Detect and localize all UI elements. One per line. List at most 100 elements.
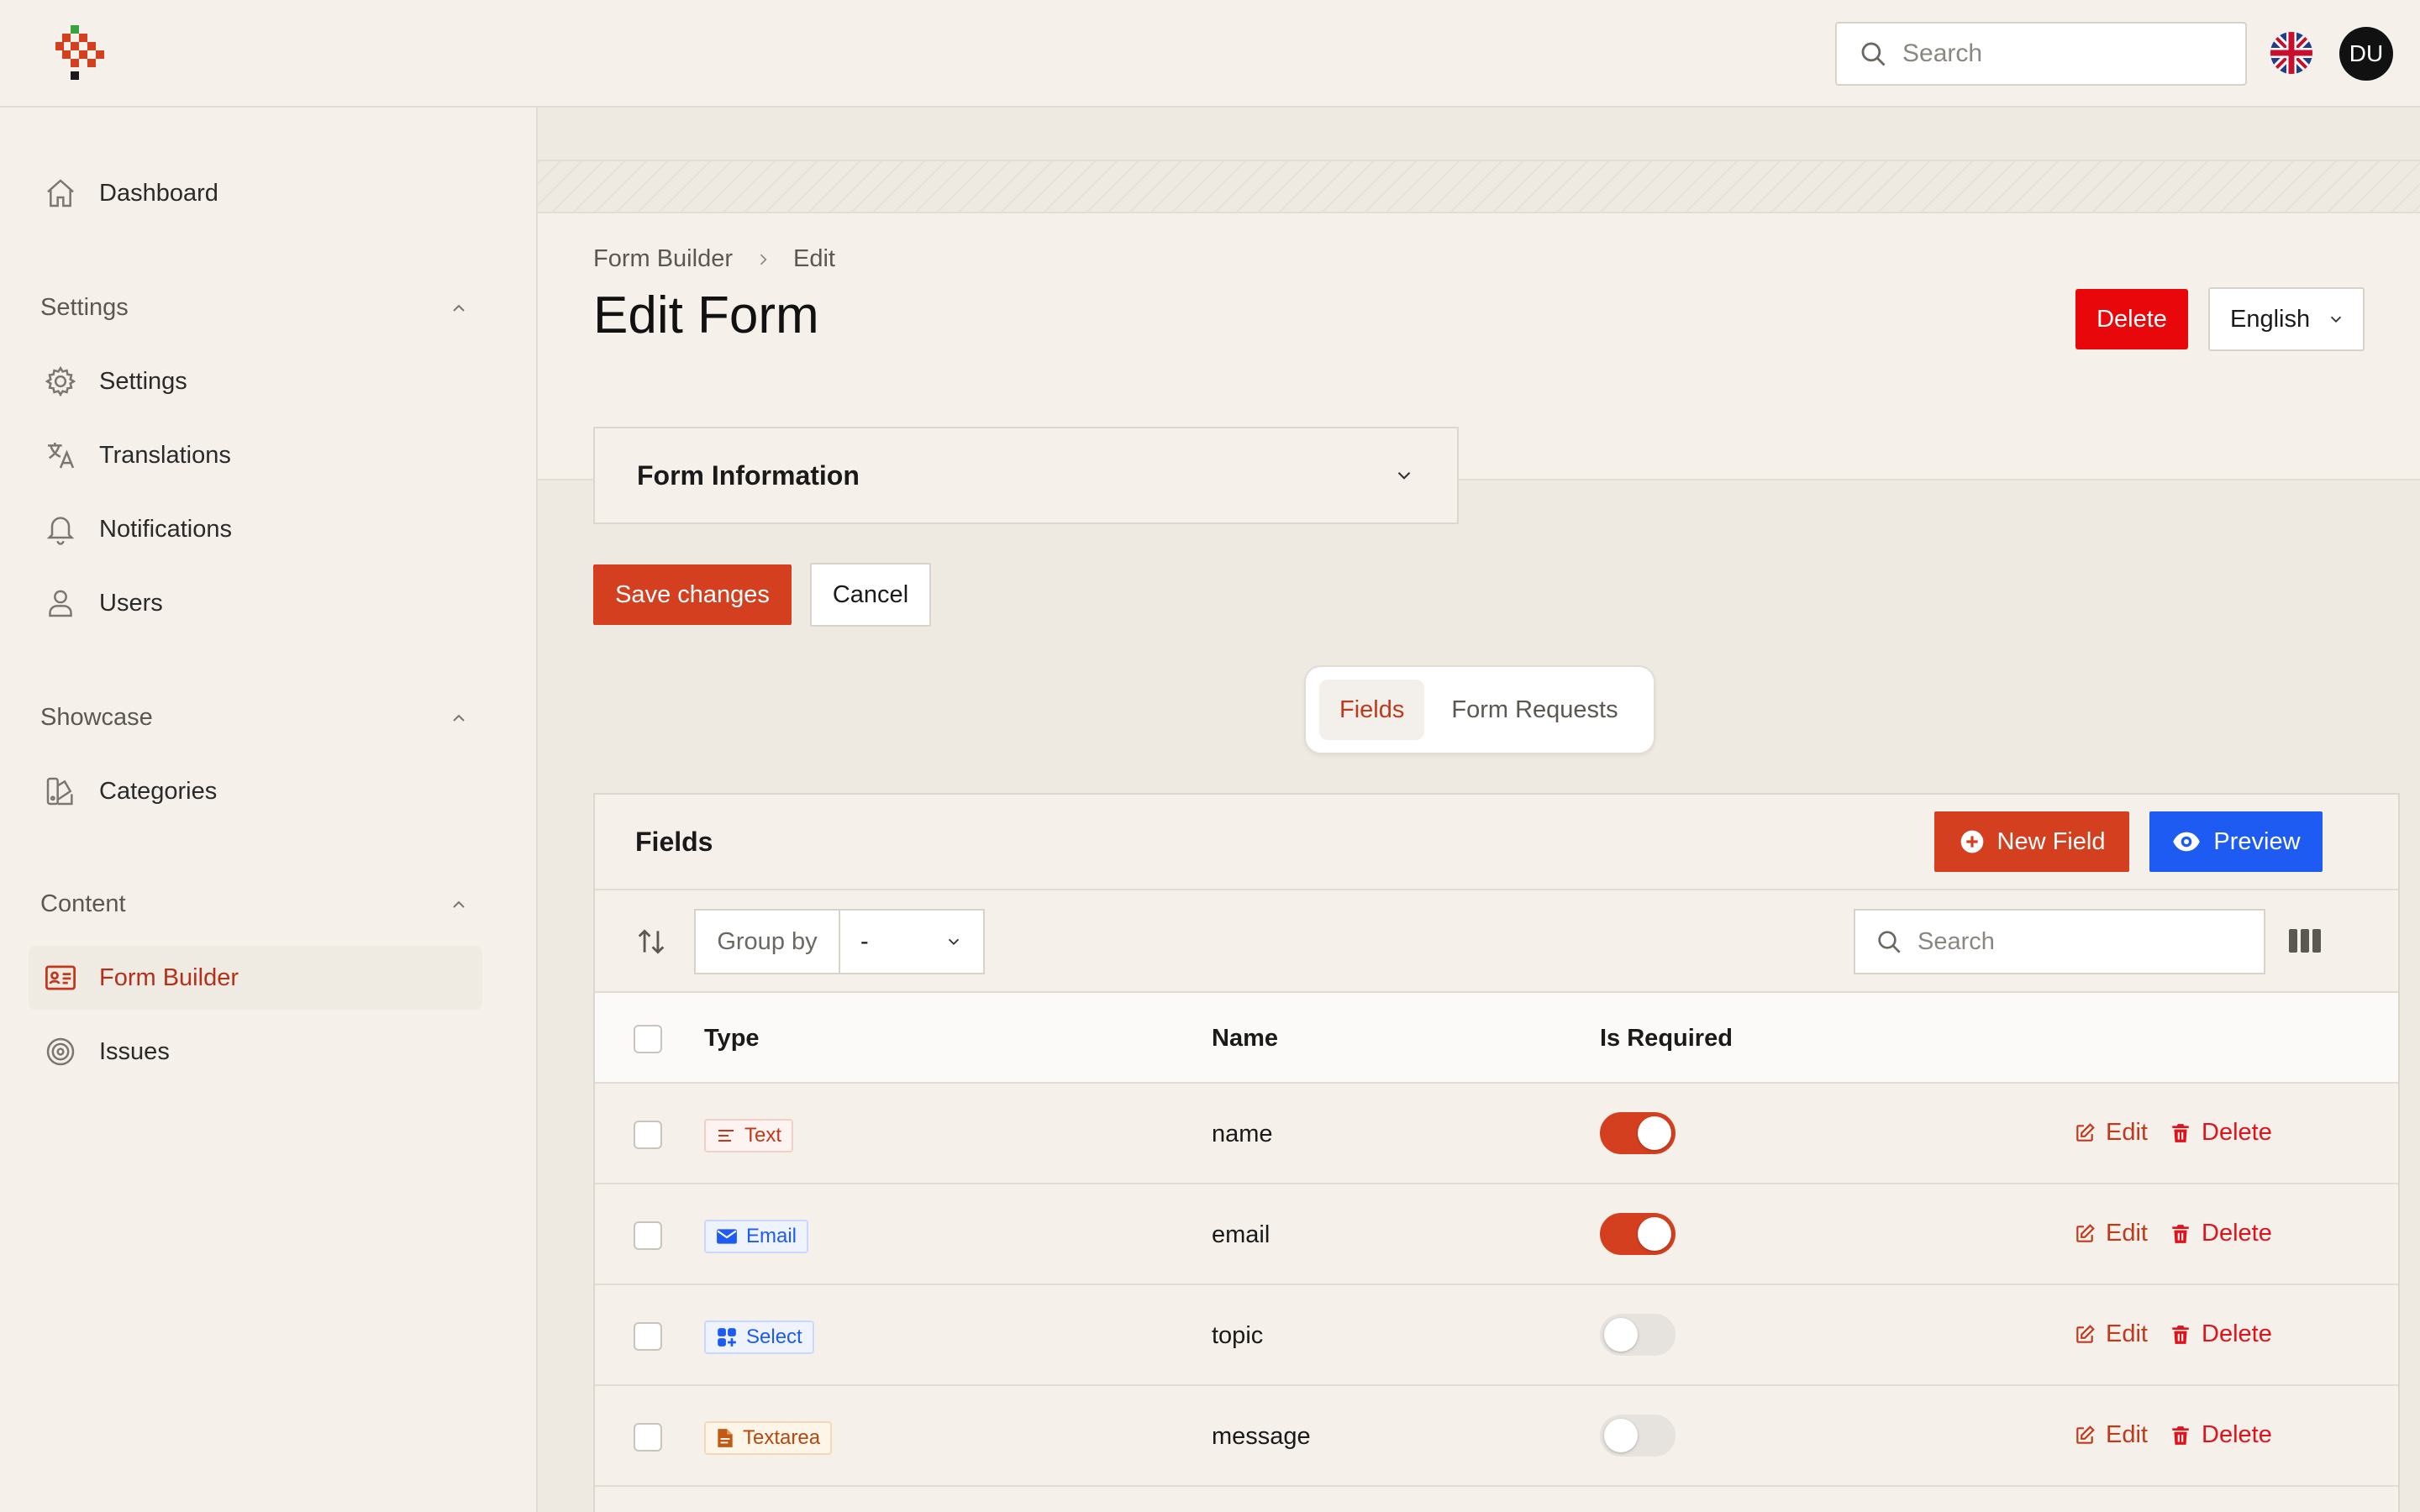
edit-button[interactable]: Edit xyxy=(2074,1220,2148,1247)
sidebar-item-issues[interactable]: Issues xyxy=(29,1020,482,1084)
required-toggle[interactable] xyxy=(1600,1415,1676,1457)
trash-icon xyxy=(2172,1224,2189,1243)
toggle-knob xyxy=(1638,1116,1671,1150)
required-toggle[interactable] xyxy=(1600,1112,1676,1154)
edit-button[interactable]: Edit xyxy=(2074,1320,2148,1348)
preview-button[interactable]: Preview xyxy=(2149,811,2323,872)
sidebar-item-notifications[interactable]: Notifications xyxy=(29,497,482,561)
column-header-type[interactable]: Type xyxy=(704,1025,760,1053)
sidebar: Dashboard Settings Settings Translations… xyxy=(0,108,538,1512)
card-title: Fields xyxy=(635,827,713,857)
sidebar-item-label: Issues xyxy=(99,1037,170,1065)
field-name: topic xyxy=(1212,1322,1264,1349)
grid-icon xyxy=(718,1328,736,1347)
sidebar-item-label: Translations xyxy=(99,441,231,469)
required-toggle[interactable] xyxy=(1600,1213,1676,1255)
new-field-button[interactable]: New Field xyxy=(1934,811,2129,872)
card-header: Fields New Field Preview xyxy=(595,795,2398,890)
type-badge-label: Select xyxy=(746,1326,802,1348)
delete-label: Delete xyxy=(2202,1320,2272,1347)
language-flag-icon[interactable] xyxy=(2270,32,2312,74)
row-checkbox[interactable] xyxy=(634,1221,662,1250)
page-title: Edit Form xyxy=(593,286,819,344)
global-search-input[interactable]: Search xyxy=(1835,22,2247,86)
table-toolbar: Group by - Search xyxy=(595,890,2398,993)
sidebar-item-translations[interactable]: Translations xyxy=(29,423,482,487)
fields-table-card: Fields New Field Preview Group by - Sear… xyxy=(593,793,2400,1512)
toggle-knob xyxy=(1604,1318,1638,1352)
column-header-name[interactable]: Name xyxy=(1212,1025,1278,1053)
sidebar-group-label: Settings xyxy=(40,294,129,321)
target-icon xyxy=(42,1033,79,1070)
chevron-right-icon xyxy=(760,254,767,265)
translate-icon xyxy=(42,437,79,474)
sidebar-group-showcase[interactable]: Showcase xyxy=(40,704,469,732)
delete-button[interactable]: Delete xyxy=(2170,1421,2272,1449)
user-avatar[interactable]: DU xyxy=(2339,27,2393,81)
edit-button[interactable]: Edit xyxy=(2074,1421,2148,1449)
row-checkbox[interactable] xyxy=(634,1423,662,1452)
table-row: Email email Edit Delete xyxy=(595,1184,2398,1285)
sidebar-item-users[interactable]: Users xyxy=(29,571,482,635)
main-content: Form Builder Edit Edit Form Delete Engli… xyxy=(538,108,2420,1512)
edit-label: Edit xyxy=(2106,1119,2148,1146)
sidebar-item-categories[interactable]: Categories xyxy=(29,759,482,823)
user-icon xyxy=(42,585,79,622)
sidebar-group-content[interactable]: Content xyxy=(40,890,469,918)
sidebar-item-settings[interactable]: Settings xyxy=(29,349,482,413)
pencil-square-icon xyxy=(2076,1122,2095,1142)
type-badge-label: Email xyxy=(746,1225,797,1247)
sidebar-item-form-builder[interactable]: Form Builder xyxy=(29,946,482,1010)
gear-icon xyxy=(42,363,79,400)
required-toggle[interactable] xyxy=(1600,1314,1676,1356)
delete-button[interactable]: Delete xyxy=(2170,1220,2272,1247)
row-checkbox[interactable] xyxy=(634,1121,662,1149)
chevron-down-icon xyxy=(2330,316,2342,323)
chevron-up-icon xyxy=(453,304,465,312)
cancel-button[interactable]: Cancel xyxy=(810,563,931,627)
group-by-value: - xyxy=(860,927,869,955)
search-icon xyxy=(1861,42,1886,66)
row-checkbox[interactable] xyxy=(634,1322,662,1351)
lines-icon xyxy=(718,1130,734,1142)
delete-button[interactable]: Delete xyxy=(2170,1119,2272,1147)
edit-button[interactable]: Edit xyxy=(2074,1119,2148,1147)
search-icon xyxy=(1878,931,1901,953)
envelope-icon xyxy=(717,1229,737,1244)
chevron-up-icon xyxy=(453,900,465,908)
sort-icon[interactable] xyxy=(635,926,667,958)
type-badge: Text xyxy=(704,1119,794,1152)
edit-label: Edit xyxy=(2106,1421,2148,1448)
pencil-square-icon xyxy=(2076,1324,2095,1343)
table-search-input[interactable]: Search xyxy=(1854,909,2265,974)
breadcrumb-link-form-builder[interactable]: Form Builder xyxy=(593,245,733,273)
sidebar-group-label: Content xyxy=(40,890,126,917)
tab-form-requests[interactable]: Form Requests xyxy=(1431,680,1638,740)
sidebar-item-dashboard[interactable]: Dashboard xyxy=(29,161,482,225)
form-information-accordion[interactable]: Form Information xyxy=(593,427,1459,524)
save-changes-button[interactable]: Save changes xyxy=(593,564,792,625)
top-bar: Search DU xyxy=(0,0,2420,108)
type-badge: Select xyxy=(704,1320,814,1354)
delete-form-button[interactable]: Delete xyxy=(2075,289,2188,349)
breadcrumb: Form Builder Edit xyxy=(593,245,835,273)
select-all-checkbox[interactable] xyxy=(634,1025,662,1053)
type-badge: Textarea xyxy=(704,1421,833,1455)
delete-label: Delete xyxy=(2202,1421,2272,1448)
group-by-select[interactable]: Group by - xyxy=(694,909,985,974)
column-header-is-required[interactable]: Is Required xyxy=(1600,1025,1733,1053)
id-card-icon xyxy=(42,959,79,996)
type-badge: Email xyxy=(704,1220,809,1253)
chevron-down-icon xyxy=(1397,471,1411,480)
language-select[interactable]: English xyxy=(2208,287,2365,351)
sidebar-group-settings[interactable]: Settings xyxy=(40,294,469,322)
columns-icon[interactable] xyxy=(2289,927,2321,954)
sidebar-group-label: Showcase xyxy=(40,704,153,731)
tab-fields[interactable]: Fields xyxy=(1319,680,1425,740)
delete-button[interactable]: Delete xyxy=(2170,1320,2272,1348)
sidebar-item-label: Form Builder xyxy=(99,963,239,991)
app-logo[interactable] xyxy=(55,25,106,82)
field-name: message xyxy=(1212,1423,1311,1450)
sidebar-item-label: Dashboard xyxy=(99,179,218,207)
accordion-title: Form Information xyxy=(637,459,860,491)
